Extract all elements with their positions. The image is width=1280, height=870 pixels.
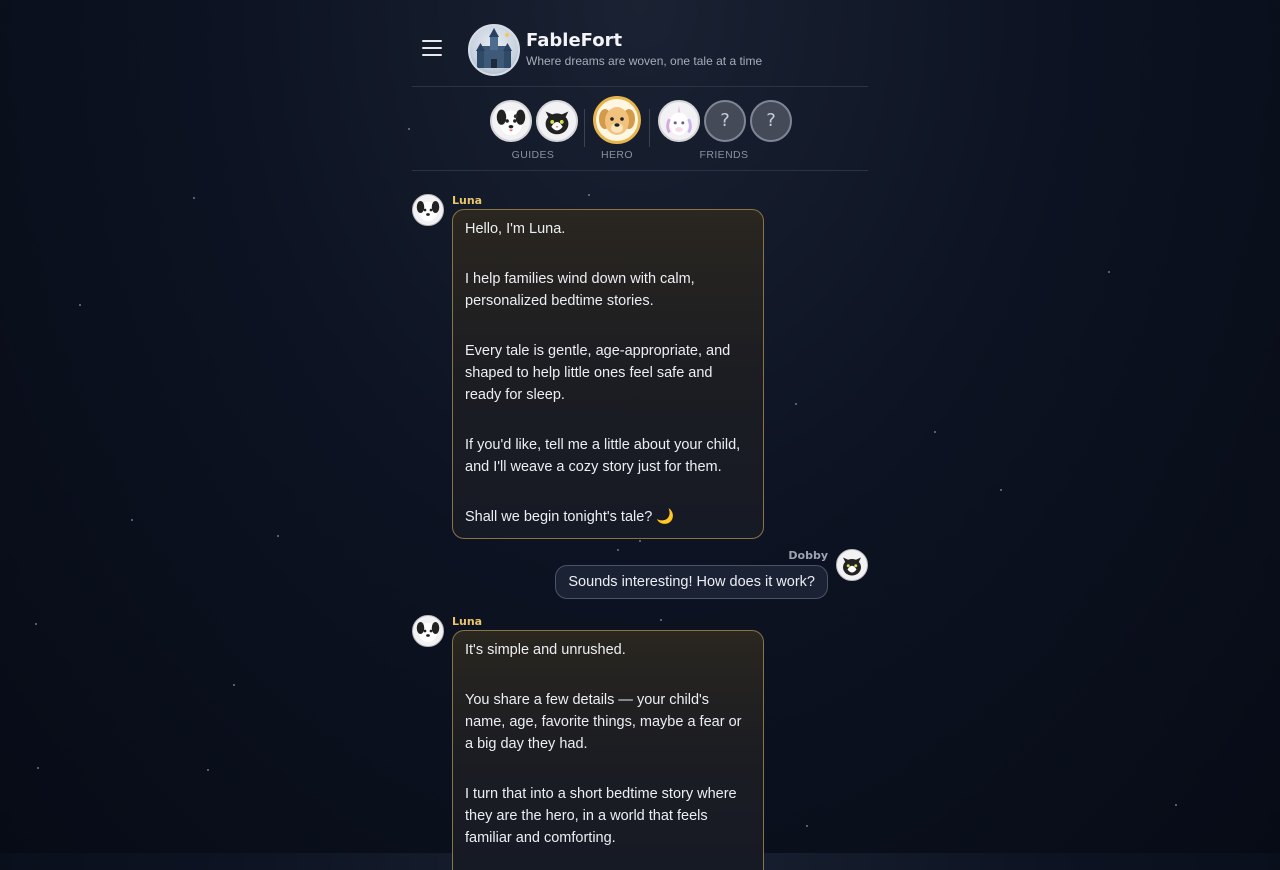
hamburger-menu-icon[interactable] [422,40,442,56]
friend-unicorn-avatar[interactable] [658,100,700,142]
hero-label: HERO [601,149,633,161]
app-header: FableFort Where dreams are woven, one ta… [412,0,868,87]
user-message-bubble: Sounds interesting! How does it work? [555,565,828,599]
hero-avatar[interactable] [593,96,641,144]
message-paragraph: I help families wind down with calm, per… [465,271,695,309]
guides-label: GUIDES [511,149,555,161]
cast-divider [584,109,585,147]
golden-retriever-icon [599,107,635,135]
message-paragraph: If you'd like, tell me a little about yo… [465,437,741,475]
friends-label: FRIENDS [699,149,749,161]
message-paragraph: I turn that into a short bedtime story w… [465,786,737,846]
dalmatian-dog-icon [416,622,440,643]
bot-message-bubble: Hello, I'm Luna. I help families wind do… [452,209,764,539]
dalmatian-dog-icon [496,109,526,136]
message-paragraph: It's simple and unrushed. [465,642,626,658]
message-sender: Luna [452,194,483,207]
friend-slot-empty[interactable]: ? [704,100,746,142]
message-paragraph: Every tale is gentle, age-appropriate, a… [465,343,731,403]
luna-avatar [412,615,444,647]
character-cast-bar: ? ? GUIDES HERO FRIENDS [412,87,868,171]
cast-divider [649,109,650,147]
app-tagline: Where dreams are woven, one tale at a ti… [526,54,763,68]
chat-app: FableFort Where dreams are woven, one ta… [412,0,868,870]
message-sender: Dobby [788,549,828,562]
message-paragraph: You share a few details — your child's n… [465,692,742,752]
bot-message-bubble: It's simple and unrushed. You share a fe… [452,630,764,870]
friend-slot-empty[interactable]: ? [750,100,792,142]
message-paragraph: Shall we begin tonight's tale? 🌙 [465,509,675,525]
guide-luna-avatar[interactable] [490,100,532,142]
luna-avatar [412,194,444,226]
dobby-avatar [836,549,868,581]
tuxedo-cat-icon [545,111,569,135]
message-sender: Luna [452,615,483,628]
app-title: FableFort [526,30,623,51]
tuxedo-cat-icon [843,557,861,576]
message-paragraph: Hello, I'm Luna. [465,221,566,237]
castle-icon [468,24,520,76]
dalmatian-dog-icon [416,201,440,222]
guide-dobby-avatar[interactable] [536,100,578,142]
unicorn-icon [666,105,692,136]
